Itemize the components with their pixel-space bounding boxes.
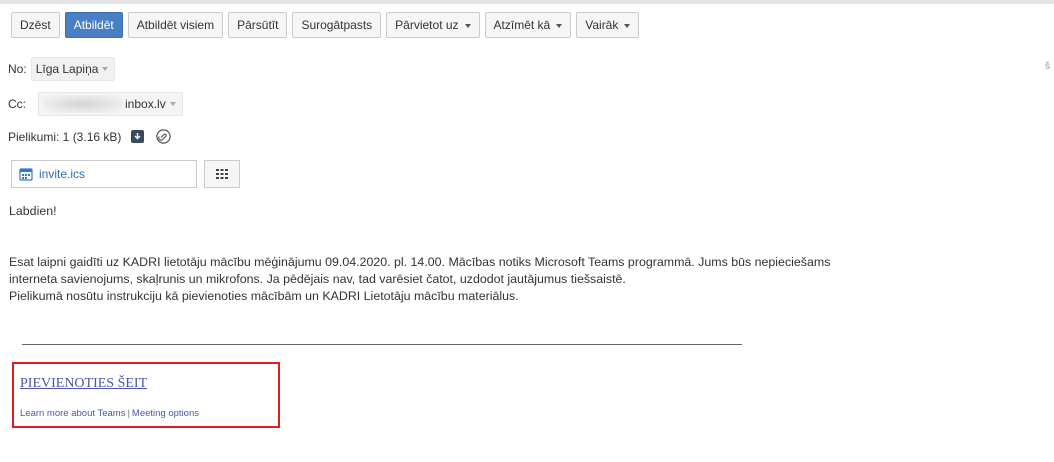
toolbar-button-atbildēt[interactable]: Atbildēt <box>64 12 123 38</box>
greeting-text: Labdien! <box>9 204 57 218</box>
toolbar-button-label: Pārsūtīt <box>237 18 279 32</box>
from-label: No: <box>8 62 27 76</box>
caret-down-icon <box>464 23 471 28</box>
cc-recipient-domain: inbox.lv <box>125 97 166 111</box>
message-toolbar: Dzēst Atbildēt Atbildēt visiem Pārsūtīt Suro… <box>11 12 644 38</box>
calendar-icon <box>19 168 33 181</box>
attachment-filename: invite.ics <box>39 167 86 181</box>
attachments-summary: Pielikumi: 1 (3.16 kB) <box>8 129 122 144</box>
redacted-blur <box>43 95 123 113</box>
toolbar-button-pārvietot-uz[interactable]: Pārvietot uz <box>386 12 480 38</box>
toolbar-button-surogātpasts[interactable]: Surogātpasts <box>292 12 382 38</box>
body-line-2: interneta savienojums, skaļrunis un mikr… <box>9 272 626 286</box>
attachments-row: Pielikumi: 1 (3.16 kB) <box>8 129 172 144</box>
caret-down-icon <box>624 23 631 28</box>
toolbar-button-dzēst[interactable]: Dzēst <box>11 12 60 38</box>
toolbar-button-vairāk[interactable]: Vairāk <box>576 12 640 38</box>
attachment-item[interactable]: invite.ics <box>11 160 197 188</box>
cc-label: Cc: <box>8 97 26 111</box>
toolbar-button-label: Vairāk <box>585 18 619 32</box>
toolbar-button-label: Atbildēt <box>73 18 114 32</box>
from-row: No: Līga Lapiņa <box>8 57 116 81</box>
cc-recipient-chip[interactable]: inbox.lv <box>38 92 183 116</box>
toolbar-button-label: Dzēst <box>20 18 51 32</box>
body-line-3: Pielikumā nosūtu instrukciju kā pievieno… <box>9 289 519 303</box>
toolbar-button-label: Surogātpasts <box>301 18 373 32</box>
toolbar-button-atzīmēt-kā[interactable]: Atzīmēt kā <box>484 12 572 38</box>
attachment-menu-button[interactable] <box>204 160 240 188</box>
toolbar-button-pārsūtīt[interactable]: Pārsūtīt <box>228 12 288 38</box>
grid-icon <box>216 169 228 179</box>
paperclip-icon[interactable] <box>156 129 172 144</box>
chevron-down-icon <box>169 102 176 106</box>
from-sender-name: Līga Lapiņa <box>35 62 99 76</box>
toolbar-button-label: Atbildēt visiem <box>136 18 215 32</box>
from-sender-chip[interactable]: Līga Lapiņa <box>30 57 116 81</box>
toolbar-button-label: Atzīmēt kā <box>493 18 551 32</box>
toolbar-button-label: Pārvietot uz <box>395 18 459 32</box>
caret-down-icon <box>556 23 563 28</box>
truncated-edge-text: š <box>1045 61 1050 72</box>
cc-row: Cc: inbox.lv <box>8 92 183 116</box>
toolbar-button-atbildēt-visiem[interactable]: Atbildēt visiem <box>127 12 224 38</box>
download-all-icon[interactable] <box>131 130 145 143</box>
top-border <box>0 0 1054 4</box>
body-line-1: Esat laipni gaidīti uz KADRI lietotāju m… <box>9 255 831 269</box>
highlight-box <box>12 362 280 428</box>
chevron-down-icon <box>102 67 109 71</box>
divider-line <box>22 344 742 345</box>
